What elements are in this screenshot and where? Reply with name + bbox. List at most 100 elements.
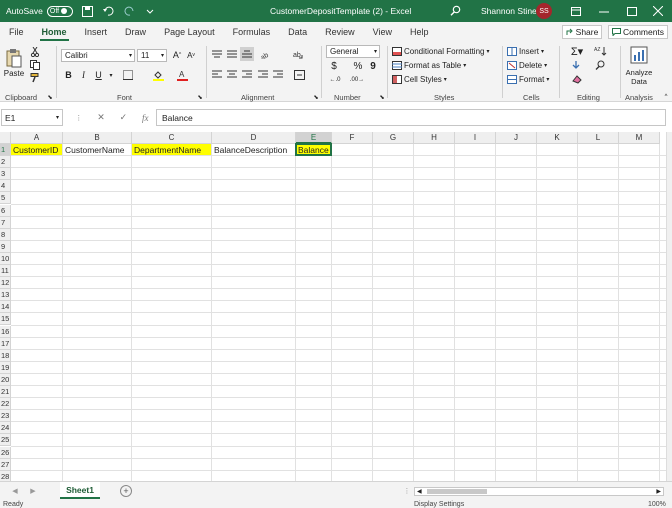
row-header-3[interactable]: 3 [0,168,11,181]
cut-icon[interactable] [28,47,42,57]
clear-icon[interactable] [566,73,588,85]
alignment-launcher-icon[interactable]: ⬊ [312,93,320,101]
row-header-5[interactable]: 5 [0,192,11,205]
increase-font-icon[interactable]: A ^ [171,49,183,61]
column-header-d[interactable]: D [212,132,296,144]
tab-file[interactable]: File [0,27,33,42]
name-box[interactable]: E1 ▾ [1,109,63,126]
font-name-select[interactable]: Calibri ▾ [61,49,135,62]
row-header-4[interactable]: 4 [0,180,11,193]
column-header-a[interactable]: A [11,132,63,144]
worksheet-grid[interactable]: A B C D E F G H I J K L M 1 2 3 4 5 6 7 8 9 10 11 12 13 14 15 16 17 18… [0,132,666,481]
horizontal-scrollbar[interactable]: ◀ ▶ [414,487,664,496]
analyze-data-label[interactable]: Analyze [620,68,658,77]
number-format-select[interactable]: General ▾ [326,45,380,58]
conditional-formatting-button[interactable]: Conditional Formatting ▾ [392,45,496,57]
tab-home[interactable]: Home [33,27,76,42]
row-header-7[interactable]: 7 [0,216,11,229]
row-header-10[interactable]: 10 [0,252,11,265]
decrease-decimal-icon[interactable]: .00→ [350,75,364,85]
row-header-23[interactable]: 23 [0,410,11,423]
analyze-data-label-2[interactable]: Data [620,77,658,86]
row-header-27[interactable]: 27 [0,458,11,471]
column-header-j[interactable]: J [496,132,537,144]
tab-help[interactable]: Help [401,27,438,42]
tab-review[interactable]: Review [316,27,364,42]
merge-center-icon[interactable] [292,69,306,81]
tab-formulas[interactable]: Formulas [224,27,280,42]
format-painter-icon[interactable] [28,73,42,83]
insert-function-icon[interactable]: fx [142,113,149,123]
row-header-22[interactable]: 22 [0,398,11,411]
cell-styles-button[interactable]: Cell Styles ▾ [392,73,452,85]
vertical-scrollbar[interactable] [666,132,672,481]
next-sheet-icon[interactable]: ▶ [28,486,38,496]
format-as-table-button[interactable]: Format as Table ▾ [392,59,476,71]
customize-qat-icon[interactable] [145,5,157,17]
tab-view[interactable]: View [364,27,401,42]
cell-d1[interactable]: BalanceDescription [212,144,295,155]
row-header-25[interactable]: 25 [0,434,11,447]
wrap-text-icon[interactable]: ab [292,49,304,61]
paste-icon[interactable] [4,46,24,70]
ribbon-display-icon[interactable] [562,0,590,22]
align-center-icon[interactable] [226,69,238,79]
scroll-thumb[interactable] [427,489,487,494]
row-header-28[interactable]: 28 [0,470,11,481]
bold-icon[interactable]: B [63,69,74,81]
percent-style-icon[interactable]: % [351,60,365,72]
copy-icon[interactable] [28,60,42,70]
increase-decimal-icon[interactable]: ←.0 [328,75,342,85]
cell-e1[interactable]: Balance [295,142,332,157]
save-icon[interactable] [82,5,94,17]
search-icon[interactable] [450,5,461,18]
decrease-indent-icon[interactable] [257,69,269,79]
autosum-icon[interactable]: Σ▾ [566,45,588,58]
italic-icon[interactable]: I [78,69,89,81]
row-header-9[interactable]: 9 [0,240,11,253]
row-header-24[interactable]: 24 [0,422,11,435]
undo-icon[interactable] [103,5,115,17]
column-header-f[interactable]: F [332,132,373,144]
tab-split-handle[interactable]: ⋮ [404,485,411,497]
fill-color-icon[interactable] [151,69,165,81]
cell-a1[interactable]: CustomerID [11,144,62,156]
insert-cells-button[interactable]: Insert ▾ [507,45,553,57]
share-button[interactable]: Share [562,25,602,39]
redo-icon[interactable] [124,5,136,17]
decrease-font-icon[interactable]: Av [185,49,197,61]
analyze-data-icon[interactable] [628,45,650,65]
comments-button[interactable]: Comments [608,25,668,39]
align-left-icon[interactable] [211,69,223,79]
tab-insert[interactable]: Insert [76,27,117,42]
user-name[interactable]: Shannon Stine [481,6,537,16]
row-header-15[interactable]: 15 [0,313,11,326]
font-launcher-icon[interactable]: ⬊ [196,93,204,101]
borders-icon[interactable] [121,69,135,81]
row-header-12[interactable]: 12 [0,277,11,290]
row-header-14[interactable]: 14 [0,301,11,314]
row-header-19[interactable]: 19 [0,361,11,374]
minimize-icon[interactable] [590,0,618,22]
comma-style-icon[interactable]: 9 [368,60,378,72]
cancel-icon[interactable]: ✕ [97,112,105,123]
column-header-h[interactable]: H [414,132,455,144]
row-header-11[interactable]: 11 [0,265,11,278]
row-header-6[interactable]: 6 [0,204,11,217]
scroll-left-icon[interactable]: ◀ [417,488,422,495]
column-header-l[interactable]: L [578,132,619,144]
tab-draw[interactable]: Draw [116,27,155,42]
increase-indent-icon[interactable] [272,69,284,79]
delete-cells-button[interactable]: Delete ▾ [507,59,553,71]
column-header-c[interactable]: C [132,132,212,144]
font-color-icon[interactable]: A [175,69,189,81]
column-header-b[interactable]: B [63,132,132,144]
tab-page-layout[interactable]: Page Layout [155,27,224,42]
fill-icon[interactable] [566,59,588,71]
scroll-right-icon[interactable]: ▶ [656,488,661,495]
font-size-select[interactable]: 11 ▾ [137,49,167,62]
add-sheet-icon[interactable]: + [120,485,132,497]
column-header-m[interactable]: M [619,132,660,144]
format-cells-button[interactable]: Format ▾ [507,73,553,85]
sort-filter-icon[interactable]: AZ [590,45,612,57]
